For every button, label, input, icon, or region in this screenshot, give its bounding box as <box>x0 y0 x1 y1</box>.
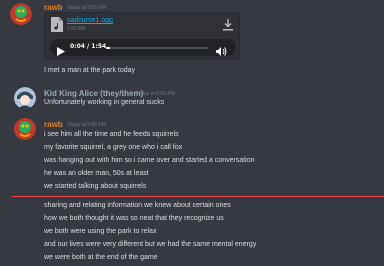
new-messages-divider <box>12 196 384 197</box>
timestamp: Today at 5:06 PM <box>67 122 106 128</box>
play-icon[interactable] <box>57 43 65 56</box>
audio-player: 0:04 / 1:54 <box>50 39 236 56</box>
volume-icon[interactable] <box>216 43 227 56</box>
message-line: i see him all the time and he feeds squi… <box>44 131 179 138</box>
avatar-rawb[interactable] <box>10 3 32 25</box>
message-line: and our lives were very different but we… <box>44 241 257 248</box>
author-name[interactable]: rawb <box>44 3 63 12</box>
message-line: I met a man at the park today <box>44 67 136 74</box>
message-line: we were both at the end of the game <box>44 254 158 261</box>
author-name[interactable]: rawb <box>44 120 63 129</box>
file-size: 1.92 MB <box>67 26 86 32</box>
message-line: how we both thought it was so neat that … <box>44 215 224 222</box>
timestamp: Today at 5:05 PM <box>67 5 106 11</box>
audio-attachment: sadcurse1.ogg 1.92 MB 0:04 / 1:54 <box>44 12 240 60</box>
author-name[interactable]: Kid King Alice (they/them) <box>44 89 143 98</box>
message-line: my favorite squirrel, a grey one who i c… <box>44 144 183 151</box>
timestamp: Today at 5:06 PM <box>136 91 175 97</box>
playback-time: 0:04 / 1:54 <box>70 43 107 50</box>
seek-bar[interactable] <box>106 47 209 49</box>
file-name-link[interactable]: sadcurse1.ogg <box>67 17 113 24</box>
message-line: he was an older man, 50s at least <box>44 170 149 177</box>
music-file-icon <box>51 17 63 32</box>
avatar-rawb[interactable] <box>14 118 36 140</box>
seek-bar-progress <box>106 47 110 49</box>
message-line: we both were using the park to relax <box>44 228 157 235</box>
message-line: we started talking about squirrels <box>44 183 147 190</box>
message-line: Unfortunately working in general sucks <box>44 99 165 106</box>
message-line: was hanging out with him so i came over … <box>44 157 255 164</box>
message-line: sharing and relating information we knew… <box>44 202 231 209</box>
download-icon[interactable] <box>223 18 233 31</box>
avatar-alice[interactable] <box>14 87 36 109</box>
